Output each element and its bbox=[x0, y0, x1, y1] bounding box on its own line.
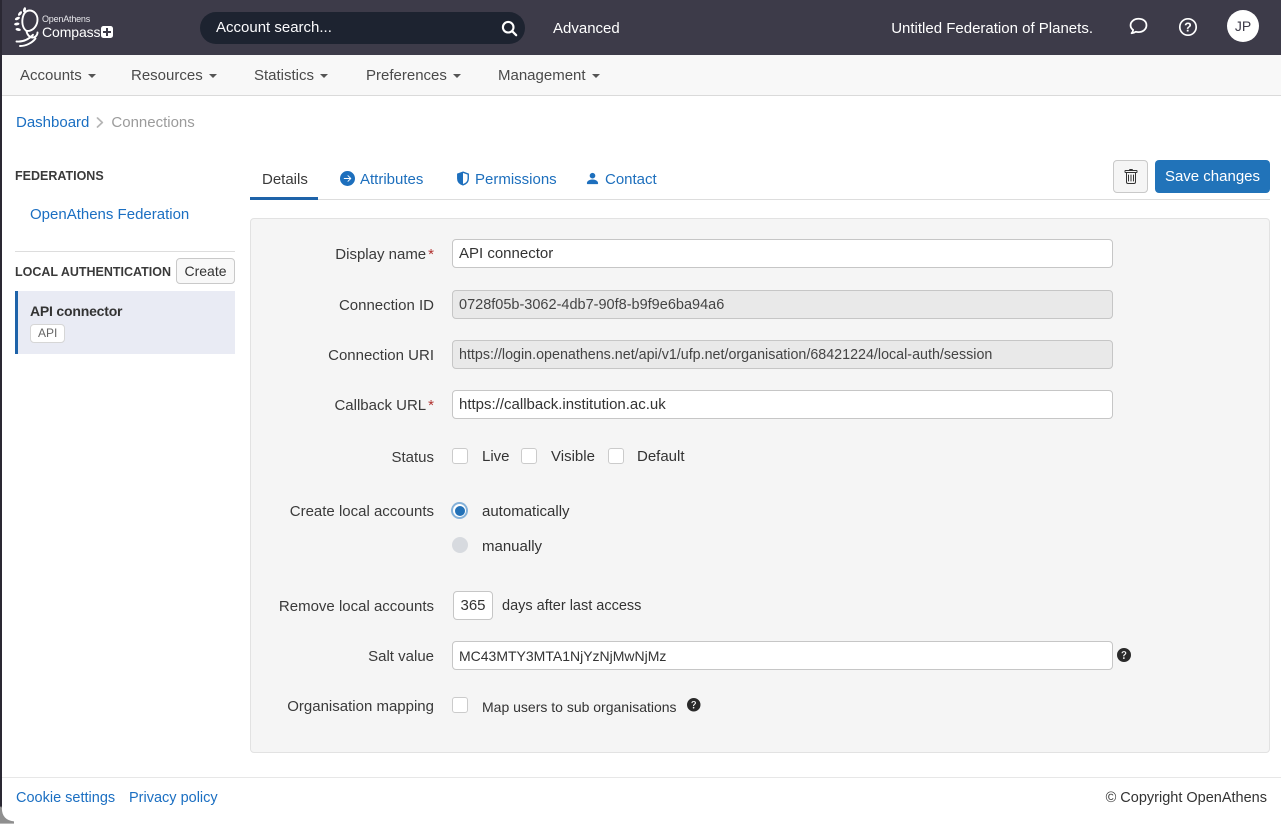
svg-text:?: ? bbox=[1184, 20, 1192, 34]
